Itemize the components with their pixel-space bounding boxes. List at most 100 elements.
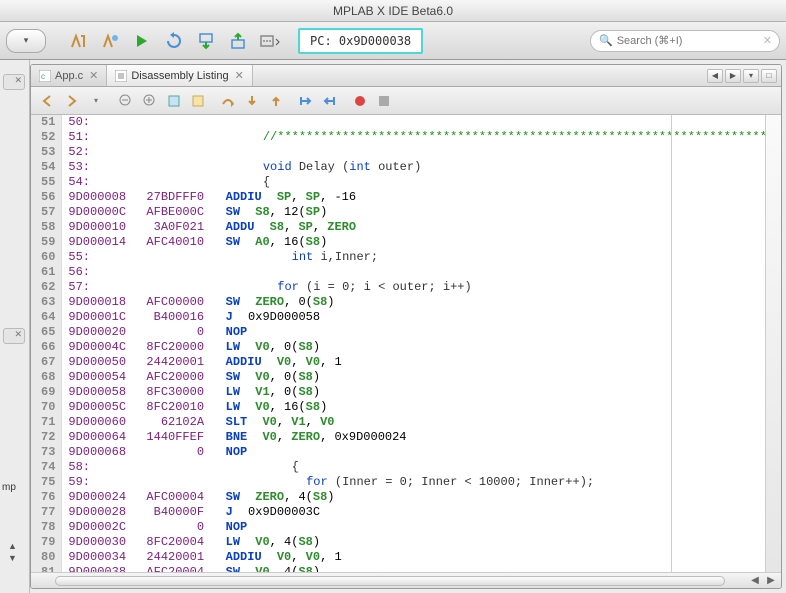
line-number: 52 — [31, 130, 62, 145]
code-content: 9D00001C B400016 J 0x9D000058 — [62, 310, 781, 325]
code-line[interactable]: 599D000014 AFC40010 SW A0, 16(S8) — [31, 235, 781, 250]
nav-dropdown-icon[interactable]: ▾ — [85, 91, 107, 111]
stop-icon[interactable] — [373, 91, 395, 111]
main-toolbar: ▾ PC: 0x9D000038 🔍 ✕ — [0, 22, 786, 60]
code-line[interactable]: 699D000058 8FC30000 LW V1, 0(S8) — [31, 385, 781, 400]
code-line[interactable]: 569D000008 27BDFFF0 ADDIU SP, SP, -16 — [31, 190, 781, 205]
code-line[interactable]: 7458: { — [31, 460, 781, 475]
code-line[interactable]: 5251: //********************************… — [31, 130, 781, 145]
tab-controls: ◀ ▶ ▾ □ — [707, 65, 781, 86]
code-line[interactable]: 659D000020 0 NOP — [31, 325, 781, 340]
line-number: 57 — [31, 205, 62, 220]
hscroll-right-icon[interactable]: ▶ — [765, 575, 777, 586]
run-icon[interactable] — [128, 27, 156, 55]
code-line[interactable]: 6156: — [31, 265, 781, 280]
code-line[interactable]: 6055: int i,Inner; — [31, 250, 781, 265]
config-dropdown[interactable]: ▾ — [6, 29, 46, 53]
code-content: 59: for (Inner = 0; Inner < 10000; Inner… — [62, 475, 781, 490]
code-content: 9D000060 62102A SLT V0, V1, V0 — [62, 415, 781, 430]
step-out-icon[interactable] — [265, 91, 287, 111]
reset-icon[interactable] — [160, 27, 188, 55]
search-field[interactable]: 🔍 ✕ — [590, 30, 780, 52]
code-line[interactable]: 799D000030 8FC20004 LW V0, 4(S8) — [31, 535, 781, 550]
sidebar-label: mp — [2, 482, 16, 493]
line-number: 74 — [31, 460, 62, 475]
hscroll-left-icon[interactable]: ◀ — [749, 575, 761, 586]
search-icon: 🔍 — [599, 34, 613, 47]
download-icon[interactable] — [192, 27, 220, 55]
code-line[interactable]: 779D000028 B40000F J 0x9D00003C — [31, 505, 781, 520]
code-line[interactable]: 5453: void Delay (int outer) — [31, 160, 781, 175]
debug-dropdown-icon[interactable] — [256, 27, 284, 55]
code-content: 9D000010 3A0F021 ADDU S8, SP, ZERO — [62, 220, 781, 235]
line-number: 76 — [31, 490, 62, 505]
code-line[interactable]: 639D000018 AFC00000 SW ZERO, 0(S8) — [31, 295, 781, 310]
run-to-cursor-icon[interactable] — [295, 91, 317, 111]
code-line[interactable]: 709D00005C 8FC20010 LW V0, 16(S8) — [31, 400, 781, 415]
line-number: 70 — [31, 400, 62, 415]
clear-search-icon[interactable]: ✕ — [763, 34, 772, 47]
line-number: 79 — [31, 535, 62, 550]
set-pc-icon[interactable] — [319, 91, 341, 111]
horizontal-scrollbar[interactable]: ◀ ▶ — [31, 572, 781, 588]
tab-label: App.c — [55, 70, 83, 82]
nav-back-icon[interactable] — [37, 91, 59, 111]
disassembly-view[interactable]: 5150:5251: //***************************… — [31, 115, 781, 572]
mark-icon[interactable] — [187, 91, 209, 111]
tab-app-c[interactable]: c App.c ✕ — [31, 65, 107, 86]
code-line[interactable]: 649D00001C B400016 J 0x9D000058 — [31, 310, 781, 325]
window-title: MPLAB X IDE Beta6.0 — [0, 0, 786, 22]
code-content: 9D000028 B40000F J 0x9D00003C — [62, 505, 781, 520]
editor-panel: c App.c ✕ Disassembly Listing ✕ ◀ ▶ ▾ □ … — [30, 64, 782, 589]
line-number: 67 — [31, 355, 62, 370]
code-line[interactable]: 589D000010 3A0F021 ADDU S8, SP, ZERO — [31, 220, 781, 235]
tab-maximize-icon[interactable]: □ — [761, 69, 777, 83]
code-line[interactable]: 669D00004C 8FC20000 LW V0, 0(S8) — [31, 340, 781, 355]
line-number: 64 — [31, 310, 62, 325]
code-content: 50: — [62, 115, 781, 130]
build-icon[interactable] — [64, 27, 92, 55]
code-line[interactable]: 769D000024 AFC00004 SW ZERO, 4(S8) — [31, 490, 781, 505]
code-line[interactable]: 689D000054 AFC20000 SW V0, 0(S8) — [31, 370, 781, 385]
code-content: 57: for (i = 0; i < outer; i++) — [62, 280, 781, 295]
nav-fwd-icon[interactable] — [61, 91, 83, 111]
sidebar-scroll-arrows[interactable]: ▲▼ — [8, 541, 17, 563]
line-number: 55 — [31, 175, 62, 190]
code-line[interactable]: 819D000038 AFC20004 SW V0, 4(S8) — [31, 565, 781, 572]
code-content: 9D000050 24420001 ADDIU V0, V0, 1 — [62, 355, 781, 370]
tab-disassembly[interactable]: Disassembly Listing ✕ — [107, 65, 252, 86]
code-line[interactable]: 809D000034 24420001 ADDIU V0, V0, 1 — [31, 550, 781, 565]
tab-label: Disassembly Listing — [131, 70, 228, 82]
upload-icon[interactable] — [224, 27, 252, 55]
close-icon[interactable]: ✕ — [235, 69, 244, 82]
code-line[interactable]: 7559: for (Inner = 0; Inner < 10000; Inn… — [31, 475, 781, 490]
code-line[interactable]: 5554: { — [31, 175, 781, 190]
code-content: 9D000054 AFC20000 SW V0, 0(S8) — [62, 370, 781, 385]
code-line[interactable]: 5352: — [31, 145, 781, 160]
vertical-scrollbar[interactable] — [765, 115, 781, 572]
tab-scroll-left-icon[interactable]: ◀ — [707, 69, 723, 83]
code-line[interactable]: 739D000068 0 NOP — [31, 445, 781, 460]
code-line[interactable]: 729D000064 1440FFEF BNE V0, ZERO, 0x9D00… — [31, 430, 781, 445]
step-into-icon[interactable] — [241, 91, 263, 111]
code-line[interactable]: 5150: — [31, 115, 781, 130]
code-line[interactable]: 719D000060 62102A SLT V0, V1, V0 — [31, 415, 781, 430]
code-line[interactable]: 789D00002C 0 NOP — [31, 520, 781, 535]
clean-build-icon[interactable] — [96, 27, 124, 55]
step-over-icon[interactable] — [217, 91, 239, 111]
close-icon[interactable]: ✕ — [89, 69, 98, 82]
line-number: 65 — [31, 325, 62, 340]
sidebar-badge-2[interactable]: ✕ — [3, 328, 25, 344]
zoom-in-icon[interactable] — [139, 91, 161, 111]
tab-scroll-right-icon[interactable]: ▶ — [725, 69, 741, 83]
code-line[interactable]: 679D000050 24420001 ADDIU V0, V0, 1 — [31, 355, 781, 370]
search-input[interactable] — [617, 35, 759, 47]
code-line[interactable]: 579D00000C AFBE000C SW S8, 12(SP) — [31, 205, 781, 220]
sidebar-badge-1[interactable]: ✕ — [3, 74, 25, 90]
tab-list-icon[interactable]: ▾ — [743, 69, 759, 83]
highlight-icon[interactable] — [163, 91, 185, 111]
code-line[interactable]: 6257: for (i = 0; i < outer; i++) — [31, 280, 781, 295]
breakpoint-icon[interactable] — [349, 91, 371, 111]
line-number: 62 — [31, 280, 62, 295]
zoom-out-icon[interactable] — [115, 91, 137, 111]
